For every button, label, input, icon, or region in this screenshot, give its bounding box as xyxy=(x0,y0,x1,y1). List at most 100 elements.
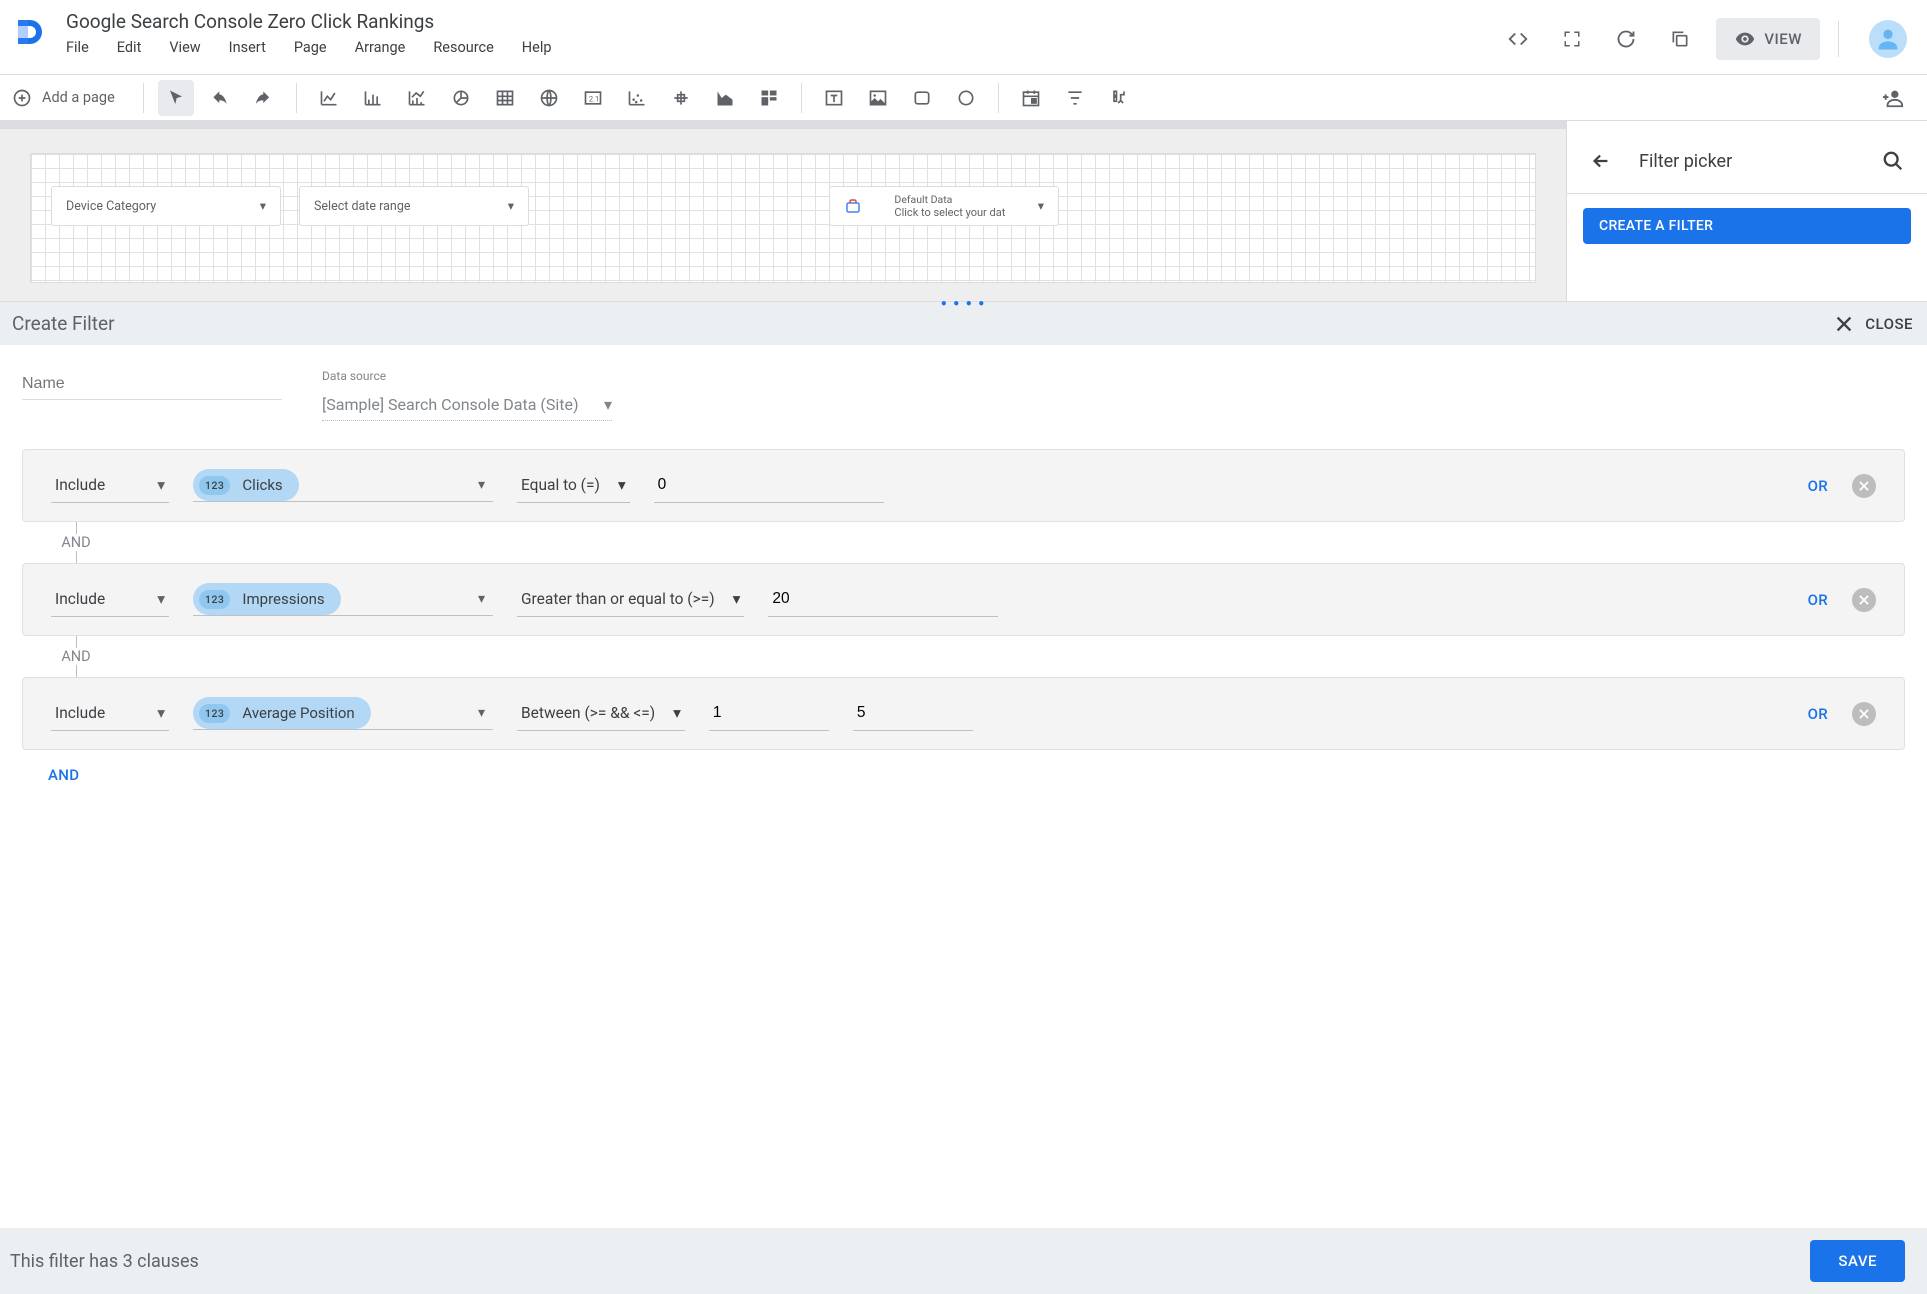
text-icon[interactable] xyxy=(816,80,852,116)
include-exclude-select[interactable]: Include▾ xyxy=(51,468,169,503)
chevron-down-icon: ▾ xyxy=(470,705,493,721)
metric-select[interactable]: 123Clicks ▾ xyxy=(193,469,493,502)
or-button[interactable]: OR xyxy=(1808,705,1828,723)
divider xyxy=(296,83,297,113)
document-title[interactable]: Google Search Console Zero Click Ranking… xyxy=(66,10,1500,33)
plus-circle-icon xyxy=(12,88,32,108)
or-button[interactable]: OR xyxy=(1808,591,1828,609)
rectangle-icon[interactable] xyxy=(904,80,940,116)
chevron-down-icon: ▾ xyxy=(470,477,493,493)
filter-editor-sheet: ● ● ● ● Create Filter CLOSE Data source … xyxy=(0,301,1927,794)
menu-help[interactable]: Help xyxy=(522,39,552,56)
include-exclude-select[interactable]: Include▾ xyxy=(51,582,169,617)
datasource-icon xyxy=(844,197,862,215)
bullet-chart-icon[interactable] xyxy=(663,80,699,116)
report-canvas[interactable]: Device Category ▾ Select date range ▾ De… xyxy=(30,153,1536,283)
chevron-down-icon: ▾ xyxy=(733,590,741,608)
name-field xyxy=(22,369,282,421)
menu-view[interactable]: View xyxy=(169,39,200,56)
datasource-select[interactable]: [Sample] Search Console Data (Site) ▾ xyxy=(322,389,612,421)
date-range-icon[interactable] xyxy=(1013,80,1049,116)
redo-icon[interactable] xyxy=(246,80,282,116)
fullscreen-icon[interactable] xyxy=(1554,21,1590,57)
value-input-min[interactable] xyxy=(709,696,829,731)
scatter-chart-icon[interactable] xyxy=(619,80,655,116)
circle-icon[interactable] xyxy=(948,80,984,116)
operator-select[interactable]: Equal to (=)▾ xyxy=(517,468,630,503)
chevron-down-icon: ▾ xyxy=(618,476,626,494)
value-input[interactable] xyxy=(768,582,998,617)
bar-chart-icon[interactable] xyxy=(355,80,391,116)
line-chart-icon[interactable] xyxy=(311,80,347,116)
menu-insert[interactable]: Insert xyxy=(229,39,266,56)
data-source-control[interactable]: Default Data Click to select your dat ▾ xyxy=(829,186,1059,226)
back-arrow-icon[interactable] xyxy=(1583,143,1619,179)
view-button-label: VIEW xyxy=(1764,30,1802,48)
include-exclude-select[interactable]: Include▾ xyxy=(51,696,169,731)
right-panel: Filter picker CREATE A FILTER xyxy=(1567,121,1927,301)
header-actions: VIEW xyxy=(1500,18,1907,60)
or-button[interactable]: OR xyxy=(1808,477,1828,495)
chevron-down-icon: ▾ xyxy=(157,590,165,608)
sheet-body: Data source [Sample] Search Console Data… xyxy=(0,345,1927,794)
create-filter-button[interactable]: CREATE A FILTER xyxy=(1583,208,1911,244)
combo-chart-icon[interactable] xyxy=(399,80,435,116)
drag-handle-icon[interactable]: ● ● ● ● xyxy=(941,298,987,309)
app-logo-icon xyxy=(12,14,48,50)
app-header: Google Search Console Zero Click Ranking… xyxy=(0,0,1927,75)
and-connector: AND xyxy=(46,636,106,677)
data-control-icon[interactable] xyxy=(1101,80,1137,116)
value-input[interactable] xyxy=(654,468,884,503)
eye-icon xyxy=(1734,28,1756,50)
toolbar: Add a page 2.1 xyxy=(0,75,1927,121)
menu-arrange[interactable]: Arrange xyxy=(355,39,406,56)
clause-count-status: This filter has 3 clauses xyxy=(10,1251,199,1272)
metric-select[interactable]: 123Impressions ▾ xyxy=(193,583,493,616)
view-button[interactable]: VIEW xyxy=(1716,18,1820,60)
delete-clause-button[interactable] xyxy=(1852,474,1876,498)
filter-clause: Include▾ 123Average Position ▾ Between (… xyxy=(22,677,1905,750)
chevron-down-icon: ▾ xyxy=(508,198,514,214)
scorecard-icon[interactable]: 2.1 xyxy=(575,80,611,116)
metric-select[interactable]: 123Average Position ▾ xyxy=(193,697,493,730)
select-tool-icon[interactable] xyxy=(158,80,194,116)
copy-icon[interactable] xyxy=(1662,21,1698,57)
search-icon[interactable] xyxy=(1875,143,1911,179)
user-avatar[interactable] xyxy=(1869,20,1907,58)
add-page-button[interactable]: Add a page xyxy=(12,88,115,108)
table-icon[interactable] xyxy=(487,80,523,116)
refresh-icon[interactable] xyxy=(1608,21,1644,57)
chevron-down-icon: ▾ xyxy=(1038,198,1044,214)
menu-edit[interactable]: Edit xyxy=(117,39,142,56)
filter-clause: Include▾ 123Impressions ▾ Greater than o… xyxy=(22,563,1905,636)
close-button[interactable]: CLOSE xyxy=(1833,313,1913,335)
area-chart-icon[interactable] xyxy=(707,80,743,116)
canvas-scrollbar[interactable] xyxy=(0,121,1566,129)
status-bar: This filter has 3 clauses SAVE xyxy=(0,1228,1927,1294)
undo-icon[interactable] xyxy=(202,80,238,116)
chevron-down-icon: ▾ xyxy=(604,395,612,414)
geo-chart-icon[interactable] xyxy=(531,80,567,116)
filter-control-icon[interactable] xyxy=(1057,80,1093,116)
save-button[interactable]: SAVE xyxy=(1810,1240,1905,1282)
filter-name-input[interactable] xyxy=(22,369,282,400)
menu-resource[interactable]: Resource xyxy=(433,39,493,56)
value-input-max[interactable] xyxy=(853,696,973,731)
canvas-wrap: Device Category ▾ Select date range ▾ De… xyxy=(0,121,1567,301)
operator-select[interactable]: Greater than or equal to (>=)▾ xyxy=(517,582,744,617)
menu-page[interactable]: Page xyxy=(294,39,327,56)
device-category-control[interactable]: Device Category ▾ xyxy=(51,186,281,226)
menu-file[interactable]: File xyxy=(66,39,89,56)
pivot-table-icon[interactable] xyxy=(751,80,787,116)
delete-clause-button[interactable] xyxy=(1852,702,1876,726)
delete-clause-button[interactable] xyxy=(1852,588,1876,612)
pie-chart-icon[interactable] xyxy=(443,80,479,116)
code-icon[interactable] xyxy=(1500,21,1536,57)
and-connector: AND xyxy=(46,522,106,563)
image-icon[interactable] xyxy=(860,80,896,116)
date-range-control[interactable]: Select date range ▾ xyxy=(299,186,529,226)
add-people-icon[interactable] xyxy=(1875,80,1911,116)
add-and-button[interactable]: AND xyxy=(48,766,1905,784)
operator-select[interactable]: Between (>= && <=)▾ xyxy=(517,696,685,731)
menu-bar: File Edit View Insert Page Arrange Resou… xyxy=(66,39,1500,56)
